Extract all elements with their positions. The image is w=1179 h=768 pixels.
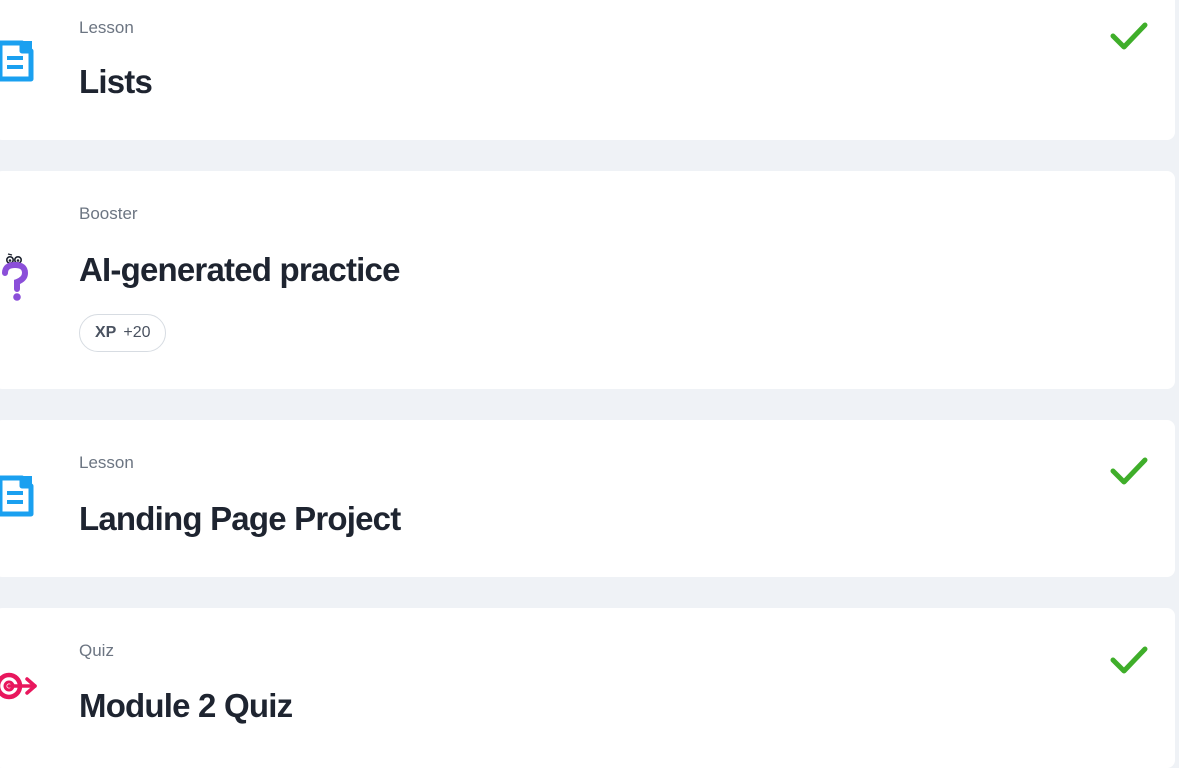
item-title: Lists xyxy=(79,63,153,100)
question-mark-character-icon xyxy=(0,251,36,315)
item-type-label: Booster xyxy=(79,204,138,223)
lesson-document-icon xyxy=(0,473,39,523)
completed-check-icon xyxy=(1109,20,1149,56)
lesson-document-icon xyxy=(0,38,39,88)
item-title: AI-generated practice xyxy=(79,251,400,288)
module-item-landing-page-project[interactable]: Lesson Landing Page Project xyxy=(0,420,1175,577)
module-item-module-2-quiz[interactable]: Quiz Module 2 Quiz xyxy=(0,608,1175,768)
item-type-label: Quiz xyxy=(79,641,114,660)
item-type-label: Lesson xyxy=(79,18,134,37)
xp-value: +20 xyxy=(123,324,151,341)
item-title: Module 2 Quiz xyxy=(79,687,293,724)
module-item-lists[interactable]: Lesson Lists xyxy=(0,0,1175,140)
module-item-ai-generated-practice[interactable]: Booster AI-generated practice XP +20 xyxy=(0,171,1175,389)
item-title: Landing Page Project xyxy=(79,500,401,537)
completed-check-icon xyxy=(1109,644,1149,680)
xp-reward-badge: XP +20 xyxy=(79,314,167,352)
completed-check-icon xyxy=(1109,455,1149,491)
xp-label: XP xyxy=(95,324,117,341)
target-icon xyxy=(0,668,40,708)
item-type-label: Lesson xyxy=(79,453,134,472)
